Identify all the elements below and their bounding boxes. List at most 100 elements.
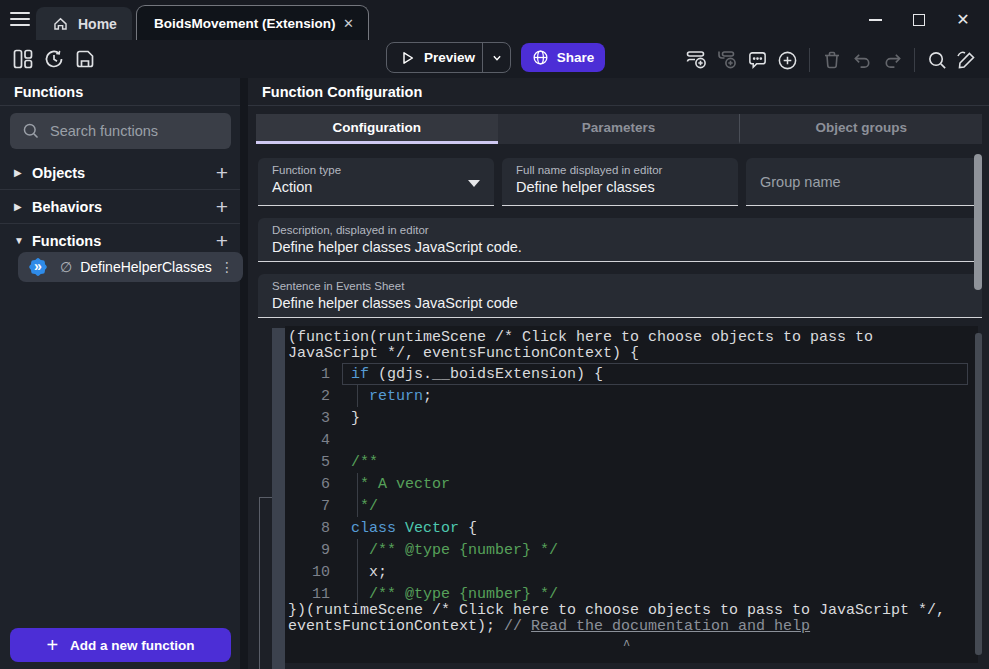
events-sheet: (function(runtimeScene /* Click here to … xyxy=(248,324,989,669)
toolbar-right-icons xyxy=(686,48,978,72)
preview-button[interactable]: Preview xyxy=(386,42,511,73)
description-label: Description, displayed in editor xyxy=(272,224,968,236)
empty-set-icon: ∅ xyxy=(60,259,72,275)
js-code-event[interactable]: (function(runtimeScene /* Click here to … xyxy=(285,326,978,663)
add-object-button[interactable]: + xyxy=(216,162,228,183)
version-history-button[interactable] xyxy=(43,48,65,70)
window-minimize-button[interactable] xyxy=(853,0,897,40)
indent-guide xyxy=(357,473,358,495)
tab-close-icon[interactable]: ✕ xyxy=(343,16,354,31)
code-line[interactable]: 5/** xyxy=(285,451,978,473)
caret-right-icon[interactable]: ▶ xyxy=(14,167,28,178)
code-scrollbar-thumb[interactable] xyxy=(975,333,982,655)
tree-label-functions: Functions xyxy=(32,233,216,249)
add-element-button[interactable] xyxy=(776,49,798,71)
tab-parameters[interactable]: Parameters xyxy=(498,114,740,144)
code-line[interactable]: 9 /** @type {number} */ xyxy=(285,539,978,561)
code-line[interactable]: 10 x; xyxy=(285,561,978,583)
sidebar-item-objects[interactable]: ▶ Objects + xyxy=(0,156,240,189)
full-name-input[interactable]: Full name displayed in editor Define hel… xyxy=(502,158,738,206)
functions-sidebar: Functions Search functions ▶ Objects + ▶… xyxy=(0,78,240,669)
group-name-input[interactable]: Group name xyxy=(746,158,982,206)
code-line[interactable]: 2 return; xyxy=(285,385,978,407)
full-name-value: Define helper classes xyxy=(516,179,724,195)
preview-button-main[interactable]: Preview xyxy=(387,43,482,72)
close-icon: ✕ xyxy=(956,12,969,28)
trash-icon xyxy=(822,50,842,70)
hamburger-menu-icon[interactable] xyxy=(10,12,30,28)
save-button[interactable] xyxy=(74,48,96,70)
layout-icon xyxy=(13,49,33,69)
chevron-down-icon xyxy=(490,51,504,65)
add-event-button[interactable] xyxy=(686,49,708,71)
code-header-line2[interactable]: JavaScript */, eventsFunctionContext) { xyxy=(288,345,639,362)
add-subevent-button[interactable] xyxy=(716,49,738,71)
code-line[interactable]: 4 xyxy=(285,429,978,451)
panel-scrollbar-thumb[interactable] xyxy=(974,154,982,290)
line-number: 3 xyxy=(285,410,330,427)
documentation-link[interactable]: Read the documentation and help xyxy=(531,618,810,635)
code-line[interactable]: 8class Vector { xyxy=(285,517,978,539)
add-new-function-button[interactable]: + Add a new function xyxy=(10,628,231,662)
add-comment-button[interactable] xyxy=(746,49,768,71)
code-line-text: if (gdjs.__boidsExtension) { xyxy=(351,366,603,383)
search-icon xyxy=(927,50,948,71)
window-close-button[interactable]: ✕ xyxy=(941,0,985,40)
tab-object-groups[interactable]: Object groups xyxy=(739,114,982,144)
caret-down-icon[interactable]: ▼ xyxy=(14,235,28,246)
fields-row: Function type Action Full name displayed… xyxy=(258,158,982,206)
edit-pen-button[interactable] xyxy=(956,49,978,71)
gdevelop-window: Home BoidsMovement (Extension) ✕ ✕ xyxy=(0,0,989,669)
main-header: Function Configuration xyxy=(248,78,989,106)
code-line[interactable]: 3} xyxy=(285,407,978,429)
undo-button[interactable] xyxy=(851,49,873,71)
code-footer-line2[interactable]: eventsFunctionContext); // Read the docu… xyxy=(288,618,810,635)
code-line[interactable]: 7 */ xyxy=(285,495,978,517)
collapse-hint[interactable]: ^ xyxy=(623,639,630,653)
tab-configuration[interactable]: Configuration xyxy=(256,114,498,144)
add-function-label: Add a new function xyxy=(70,638,195,653)
sidebar-item-behaviors[interactable]: ▶ Behaviors + xyxy=(0,190,240,223)
event-drag-handle[interactable] xyxy=(272,328,285,669)
tab-home-label: Home xyxy=(78,16,117,32)
caret-right-icon[interactable]: ▶ xyxy=(14,201,28,212)
share-button[interactable]: Share xyxy=(521,43,605,72)
line-number: 2 xyxy=(285,388,330,405)
delete-button[interactable] xyxy=(821,49,843,71)
code-line[interactable]: 1if (gdjs.__boidsExtension) { xyxy=(285,363,978,385)
main-header-title: Function Configuration xyxy=(262,84,422,100)
code-line[interactable]: 6 * A vector xyxy=(285,473,978,495)
undo-icon xyxy=(852,50,873,71)
function-list-item[interactable]: » ∅ DefineHelperClasses ⋮ xyxy=(18,252,243,282)
code-header-line1[interactable]: (function(runtimeScene /* Click here to … xyxy=(288,329,873,346)
tab-parameters-label: Parameters xyxy=(582,120,656,135)
tab-boidsmovement[interactable]: BoidsMovement (Extension) ✕ xyxy=(136,5,369,40)
code-line-text: * A vector xyxy=(351,476,450,493)
description-input[interactable]: Description, displayed in editor Define … xyxy=(258,218,982,262)
plus-circle-icon xyxy=(777,50,798,71)
add-subevent-icon xyxy=(716,49,738,71)
window-maximize-button[interactable] xyxy=(897,0,941,40)
toolbar: Preview Share xyxy=(0,40,989,78)
function-type-select[interactable]: Function type Action xyxy=(258,158,494,206)
search-button[interactable] xyxy=(926,49,948,71)
history-clock-icon xyxy=(44,49,64,69)
description-value: Define helper classes JavaScript code. xyxy=(272,239,968,255)
search-icon xyxy=(22,122,40,140)
title-bar: Home BoidsMovement (Extension) ✕ ✕ xyxy=(0,0,989,40)
search-functions-input[interactable]: Search functions xyxy=(10,113,231,149)
add-function-button[interactable]: + xyxy=(216,230,228,251)
tab-home[interactable]: Home xyxy=(36,7,132,40)
code-footer-line1[interactable]: })(runtimeScene /* Click here to choose … xyxy=(288,602,945,619)
dropdown-arrow-icon xyxy=(468,180,480,187)
open-editors-panel-button[interactable] xyxy=(12,48,34,70)
line-number: 6 xyxy=(285,476,330,493)
add-event-icon xyxy=(686,49,708,71)
toolbar-left-icons xyxy=(12,48,96,70)
kebab-menu-icon[interactable]: ⋮ xyxy=(220,259,234,275)
preview-dropdown-button[interactable] xyxy=(483,51,510,65)
sentence-input[interactable]: Sentence in Events Sheet Define helper c… xyxy=(258,274,982,318)
sidebar-header: Functions xyxy=(0,78,240,106)
add-behavior-button[interactable]: + xyxy=(216,196,228,217)
redo-button[interactable] xyxy=(881,49,903,71)
